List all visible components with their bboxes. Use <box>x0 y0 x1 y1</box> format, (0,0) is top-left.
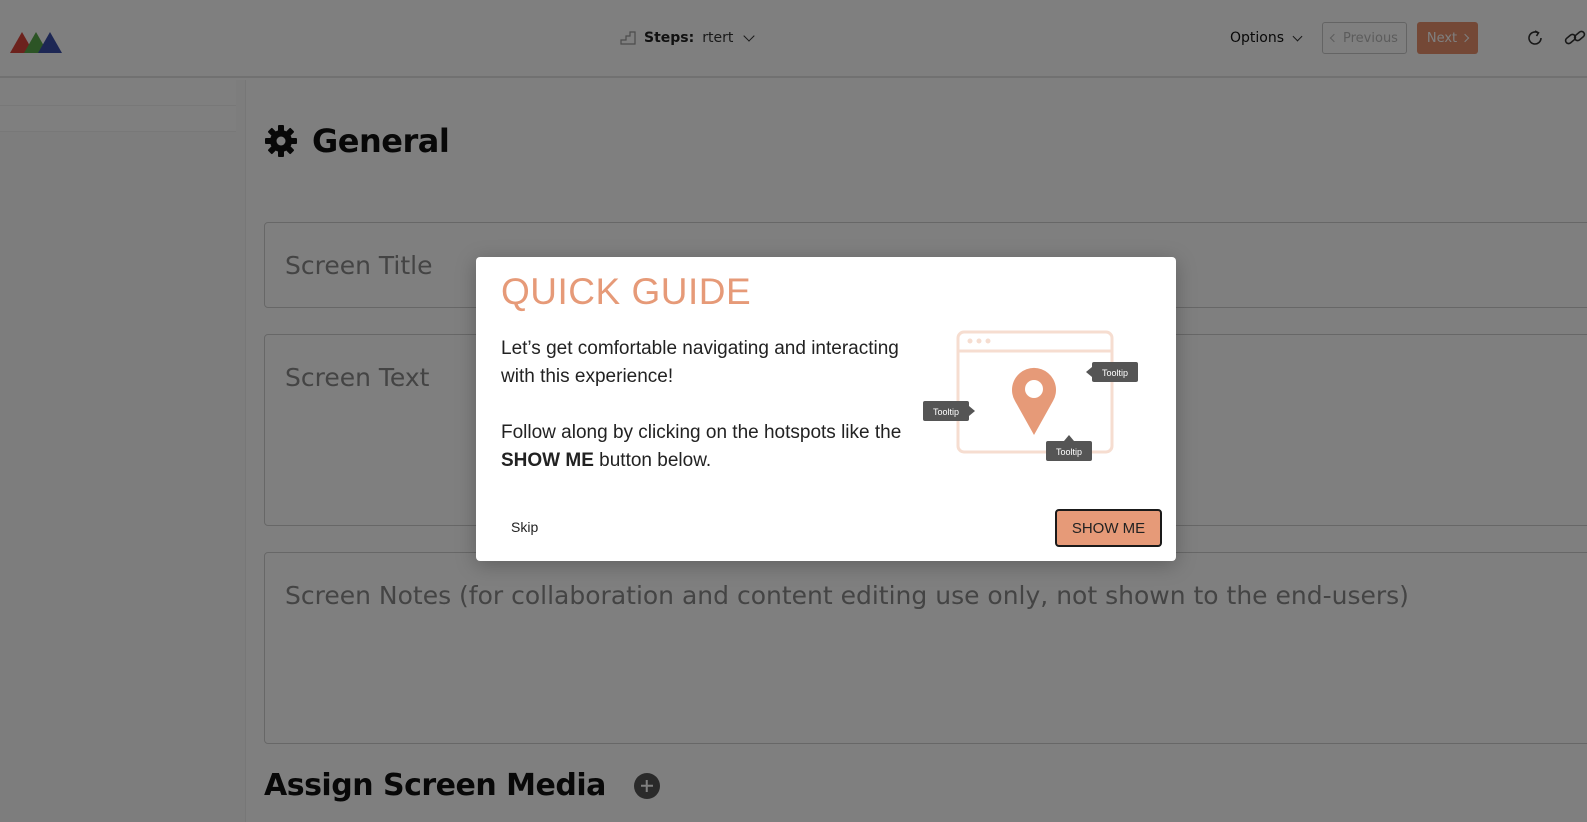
guide-paragraph-1: Let’s get comfortable navigating and int… <box>501 338 899 387</box>
skip-button[interactable]: Skip <box>511 519 538 535</box>
guide-paragraph-2-bold: SHOW ME <box>501 450 594 471</box>
quick-guide-modal: QUICK GUIDE Let’s get comfortable naviga… <box>476 257 1176 561</box>
guide-body: Let’s get comfortable navigating and int… <box>501 335 911 475</box>
tooltip-right-label: Tooltip <box>1102 368 1128 378</box>
guide-paragraph-2: Follow along by clicking on the hotspots… <box>501 419 911 475</box>
tooltip-bottom: Tooltip <box>1046 435 1092 461</box>
tooltip-left-label: Tooltip <box>933 407 959 417</box>
guide-paragraph-2-end: button below. <box>593 450 712 471</box>
guide-title: QUICK GUIDE <box>501 271 752 312</box>
tooltip-left: Tooltip <box>923 401 975 421</box>
guide-paragraph-2-start: Follow along by clicking on the hotspots… <box>501 422 902 443</box>
show-me-label: SHOW ME <box>1071 519 1146 537</box>
guide-illustration: Tooltip Tooltip Tooltip <box>923 330 1138 461</box>
tooltip-right: Tooltip <box>1086 362 1138 382</box>
map-pin-icon <box>1012 367 1056 435</box>
tooltip-bottom-label: Tooltip <box>1056 447 1082 457</box>
show-me-button[interactable]: SHOW ME <box>1055 509 1162 547</box>
